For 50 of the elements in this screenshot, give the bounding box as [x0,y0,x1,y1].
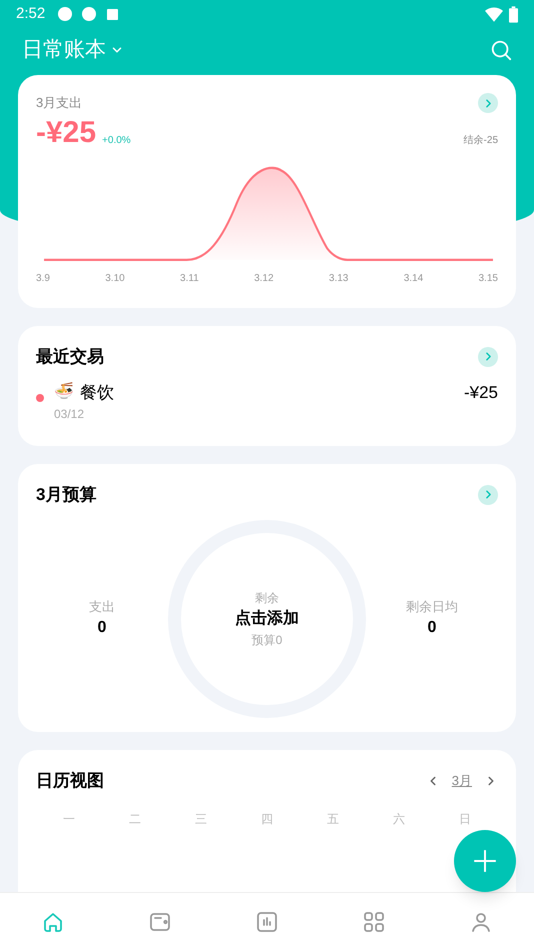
add-budget-text: 点击添加 [235,608,299,628]
wifi-icon [485,6,503,22]
notification-icon [107,8,118,20]
weekday-label: 五 [327,810,339,828]
budget-ring[interactable]: 剩余 点击添加 预算0 [168,520,366,718]
axis-label: 3.12 [254,272,274,286]
axis-label: 3.14 [404,272,424,286]
ledger-selector[interactable]: 日常账本 [22,34,124,66]
axis-label: 3.11 [180,272,199,286]
notification-icon [81,6,98,22]
status-time: 2:52 [16,4,46,24]
grid-icon [362,910,386,934]
axis-label: 3.10 [105,272,125,286]
card-title: 3月支出 [36,94,82,112]
axis-label: 3.9 [36,272,50,286]
expense-card[interactable]: 3月支出 -¥25 +0.0% 结余-25 3.9 3.10 3.11 3.12 3.13 3.14 3.15 [18,75,516,308]
weekday-label: 二 [129,810,141,828]
more-button[interactable] [478,346,498,367]
card-title: 日历视图 [36,770,104,792]
month-link[interactable]: 3月 [452,771,472,790]
balance-text: 结余-25 [464,134,498,148]
notification-icon [57,6,74,22]
stat-label: 剩余日均 [406,598,458,616]
more-button[interactable] [478,484,498,505]
category-emoji: 🍜 [54,381,74,402]
stat-value: 0 [98,618,106,638]
weekday-label: 四 [261,810,273,828]
card-title: 最近交易 [36,346,104,368]
search-icon[interactable] [490,39,512,61]
weekday-label: 一 [63,810,75,828]
transaction-date: 03/12 [54,406,86,423]
axis-label: 3.15 [478,272,498,286]
stat-value: 0 [428,618,436,638]
expense-amount: -¥25 [36,115,96,151]
ring-label: 剩余 [255,590,279,606]
more-button[interactable] [478,93,498,113]
ring-sub: 预算0 [252,632,282,648]
battery-icon [509,6,518,22]
chart-icon [254,910,279,934]
transaction-amount: -¥25 [464,382,498,404]
plus-icon [472,848,498,874]
weekday-label: 三 [195,810,207,828]
stat-label: 支出 [89,598,115,616]
category-name: 餐饮 [80,382,114,404]
card-title: 3月预算 [36,484,96,506]
weekday-label: 日 [459,810,471,828]
change-percent: +0.0% [102,134,131,148]
axis-label: 3.13 [328,272,348,286]
weekday-label: 六 [393,810,405,828]
transaction-row[interactable]: 🍜 餐饮 03/12 -¥25 [36,380,498,423]
